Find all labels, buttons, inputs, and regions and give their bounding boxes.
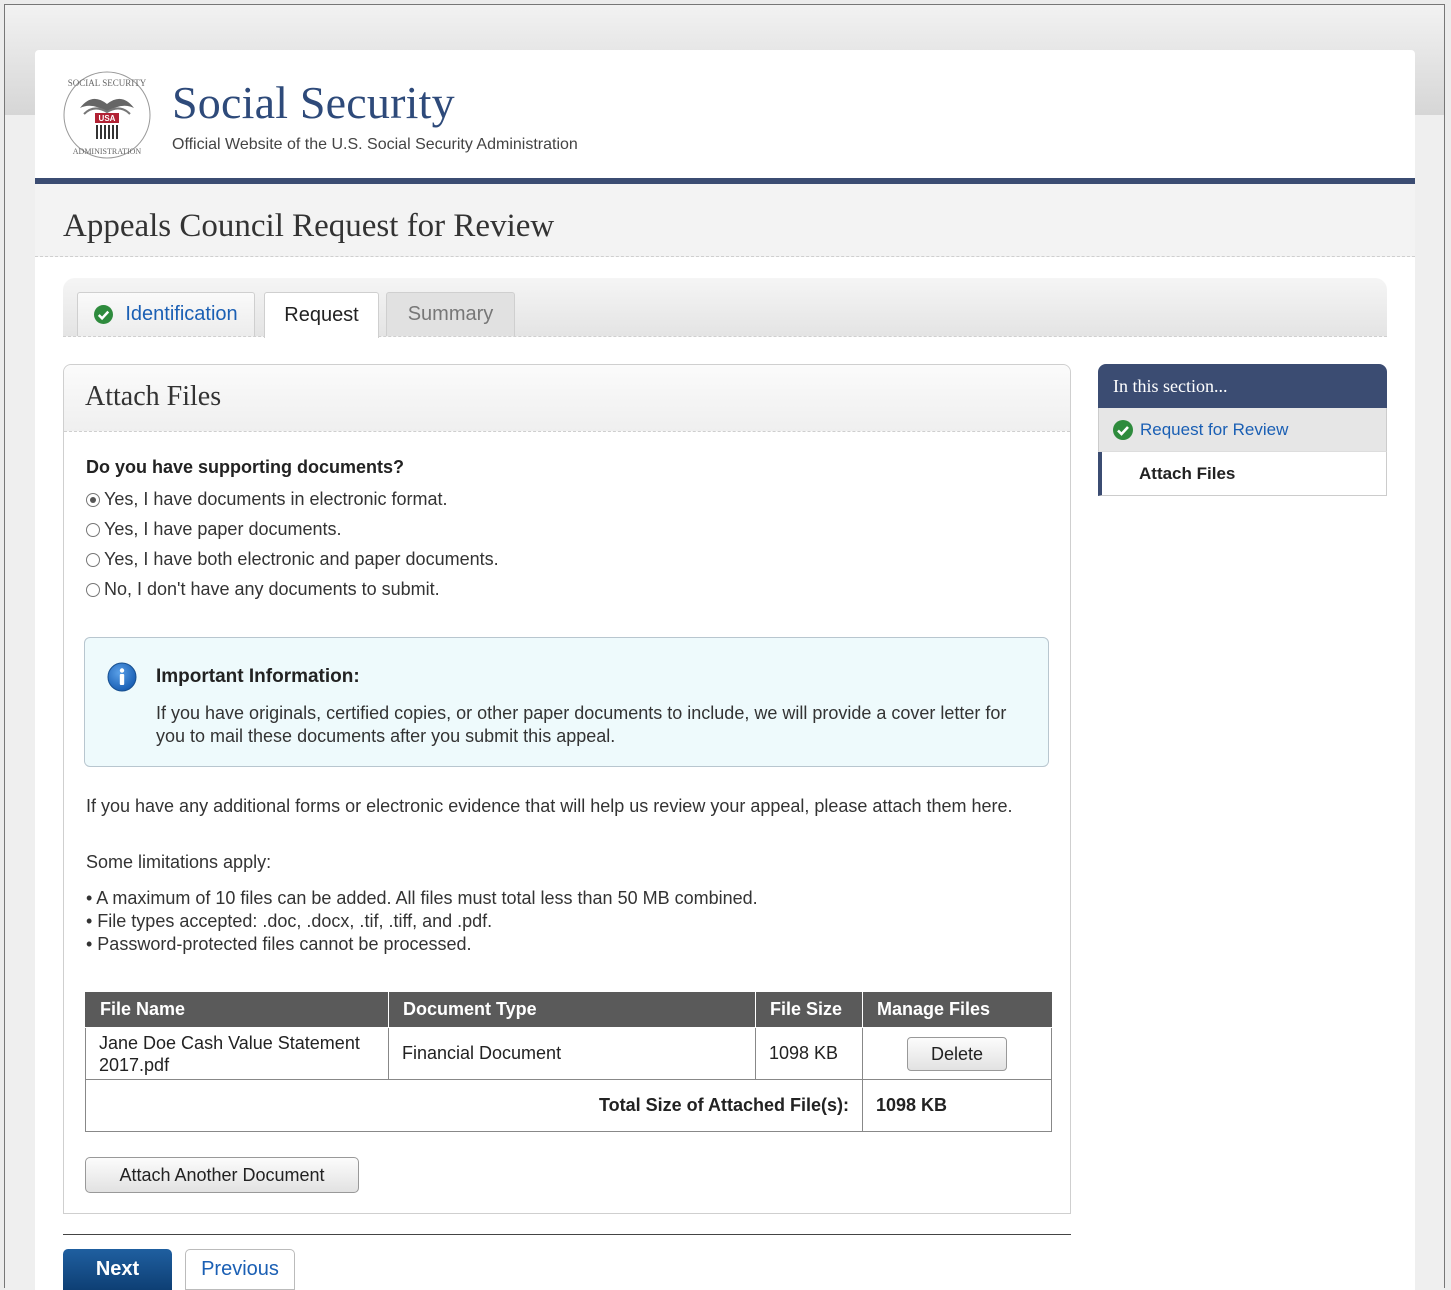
table-header-row: File Name Document Type File Size Manage… (85, 992, 1052, 1028)
important-info-box: Important Information: If you have origi… (84, 637, 1049, 767)
page-container: SOCIAL SECURITY ADMINISTRATION USA Socia… (35, 50, 1415, 1290)
limitation-item: • A maximum of 10 files can be added. Al… (86, 888, 758, 908)
option-label: Yes, I have documents in electronic form… (104, 489, 448, 509)
radio-button[interactable] (86, 492, 100, 507)
table-row: Jane Doe Cash Value Statement 2017.pdf F… (85, 1027, 1052, 1080)
radio-button[interactable] (86, 552, 100, 567)
option-both[interactable]: Yes, I have both electronic and paper do… (86, 549, 499, 570)
column-header-document-type: Document Type (388, 992, 756, 1028)
step-tabs: Identification Request Summary (63, 278, 1387, 338)
column-header-manage-files: Manage Files (862, 992, 1052, 1028)
previous-button[interactable]: Previous (185, 1249, 295, 1290)
tab-request[interactable]: Request (264, 292, 379, 338)
attach-another-document-button[interactable]: Attach Another Document (85, 1157, 359, 1193)
option-electronic[interactable]: Yes, I have documents in electronic form… (86, 489, 448, 510)
site-header: SOCIAL SECURITY ADMINISTRATION USA Socia… (35, 50, 1415, 178)
tab-identification-label: Identification (125, 303, 238, 325)
info-icon (107, 662, 137, 692)
delete-button[interactable]: Delete (907, 1036, 1007, 1071)
tab-request-label: Request (284, 304, 359, 326)
svg-text:SOCIAL SECURITY: SOCIAL SECURITY (68, 78, 147, 88)
site-title[interactable]: Social Security (172, 76, 455, 129)
title-band: Appeals Council Request for Review (35, 184, 1415, 257)
total-size-value: 1098 KB (862, 1079, 1052, 1132)
tab-identification[interactable]: Identification (77, 292, 255, 336)
svg-text:USA: USA (99, 114, 116, 123)
manage-files-cell: Delete (862, 1027, 1052, 1080)
option-label: Yes, I have both electronic and paper do… (104, 549, 499, 569)
file-size-cell: 1098 KB (755, 1027, 863, 1080)
panel-title: Attach Files (85, 381, 222, 412)
limitation-item: • File types accepted: .doc, .docx, .tif… (86, 911, 493, 931)
check-circle-icon (1113, 419, 1133, 440)
info-text: If you have originals, certified copies,… (156, 703, 1007, 746)
site-subtitle: Official Website of the U.S. Social Secu… (172, 136, 578, 153)
limitation-item: • Password-protected files cannot be pro… (86, 934, 472, 954)
attach-instructions: If you have any additional forms or elec… (86, 796, 1013, 816)
ssa-seal-logo: SOCIAL SECURITY ADMINISTRATION USA (63, 71, 151, 159)
attach-files-panel: Attach Files Do you have supporting docu… (63, 364, 1071, 1214)
document-type-cell: Financial Document (388, 1027, 756, 1080)
svg-text:ADMINISTRATION: ADMINISTRATION (73, 147, 142, 156)
sidebar-item-label: Attach Files (1139, 463, 1236, 483)
section-sidebar: In this section... Request for Review At… (1098, 364, 1387, 496)
column-header-file-size: File Size (755, 992, 863, 1028)
option-label: Yes, I have paper documents. (104, 519, 342, 539)
next-button[interactable]: Next (63, 1249, 172, 1290)
total-size-label: Total Size of Attached File(s): (85, 1079, 863, 1132)
radio-button[interactable] (86, 582, 100, 597)
sidebar-item-request-for-review[interactable]: Request for Review (1098, 408, 1387, 452)
limitations-list: • A maximum of 10 files can be added. Al… (86, 887, 758, 956)
check-circle-icon (94, 305, 114, 324)
column-header-file-name: File Name (85, 992, 389, 1028)
info-title: Important Information: (156, 666, 360, 687)
form-divider (63, 1234, 1071, 1235)
total-row: Total Size of Attached File(s): 1098 KB (85, 1079, 1052, 1132)
documents-question: Do you have supporting documents? (86, 457, 405, 477)
sidebar-item-label: Request for Review (1140, 419, 1289, 439)
panel-header: Attach Files (64, 365, 1070, 432)
attached-files-table: File Name Document Type File Size Manage… (85, 992, 1052, 1132)
limitations-label: Some limitations apply: (86, 852, 272, 872)
sidebar-item-attach-files: Attach Files (1098, 452, 1387, 496)
file-name-cell: Jane Doe Cash Value Statement 2017.pdf (85, 1027, 389, 1080)
option-label: No, I don't have any documents to submit… (104, 579, 440, 599)
page-title: Appeals Council Request for Review (63, 208, 555, 244)
option-paper[interactable]: Yes, I have paper documents. (86, 519, 342, 540)
sidebar-title: In this section... (1098, 364, 1387, 408)
tab-summary-label: Summary (407, 303, 494, 325)
radio-button[interactable] (86, 522, 100, 537)
option-none[interactable]: No, I don't have any documents to submit… (86, 579, 440, 600)
tab-summary: Summary (386, 292, 515, 336)
